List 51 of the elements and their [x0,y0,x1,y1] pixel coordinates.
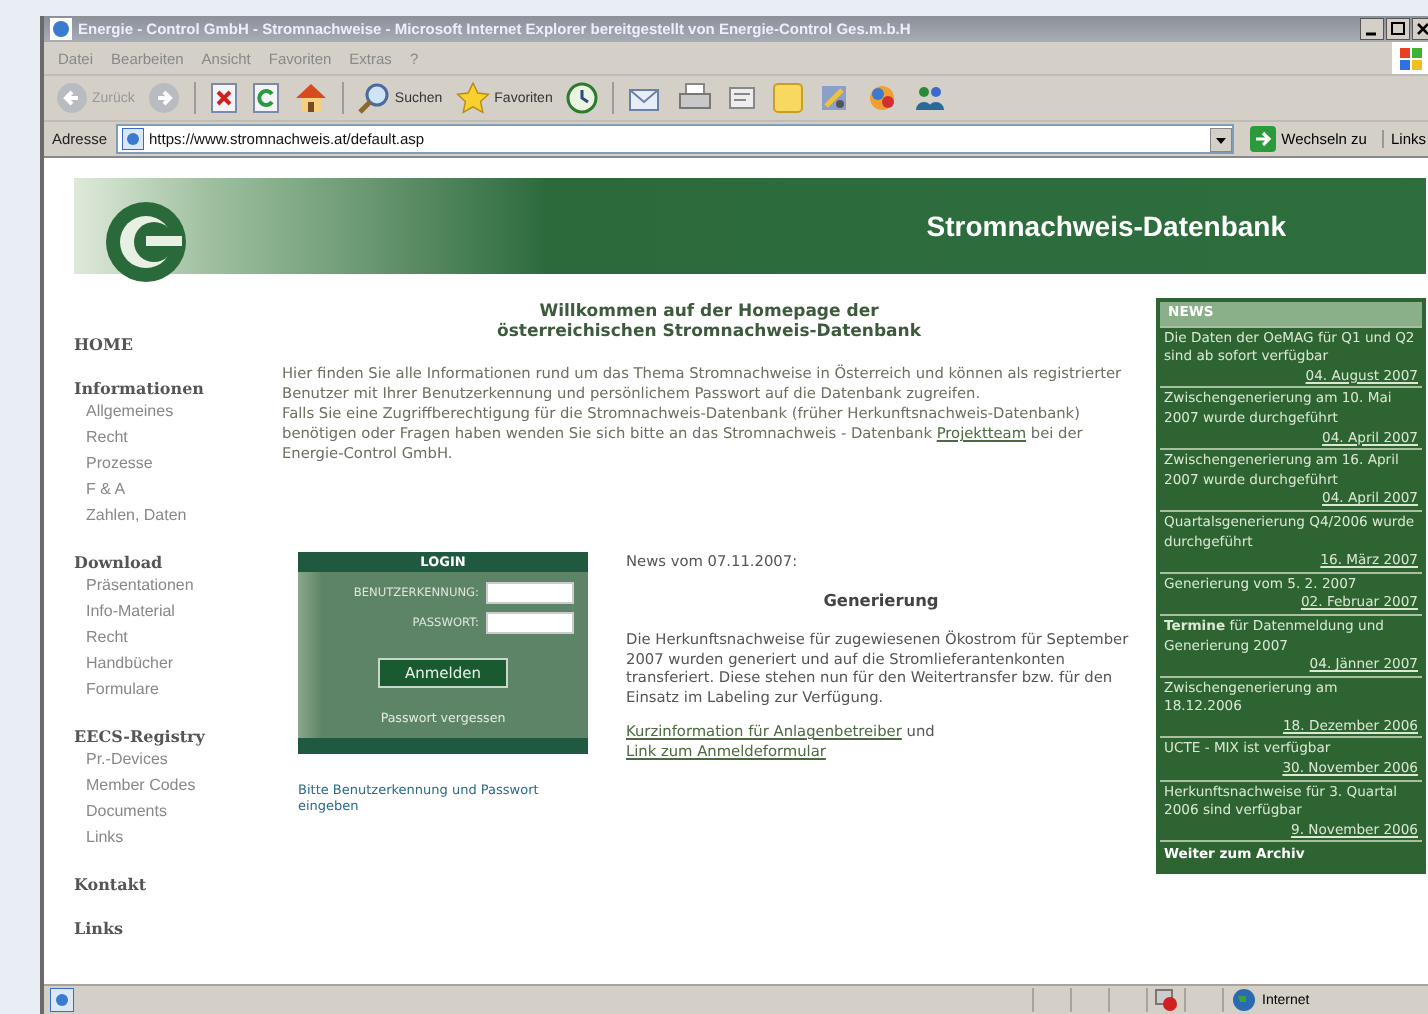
search-icon [358,82,391,114]
history-icon [566,82,599,114]
welcome-heading: Willkommen auf der Homepage der [537,302,881,322]
printer-icon [678,82,713,114]
page-icon [50,988,74,1012]
browser-icon [50,18,72,40]
nav-link[interactable]: Links [74,918,270,938]
home-icon [294,82,329,114]
input-field[interactable] [485,582,573,604]
banner-title: Stromnachweis-Datenbank [926,210,1288,242]
nav-link[interactable]: Zahlen, Daten [74,504,270,528]
nav-link[interactable]: Member Codes [74,774,270,798]
nav-link[interactable]: Handbücher [74,652,270,676]
nav-link[interactable]: Download [74,552,270,572]
print-button[interactable] [674,82,717,114]
nav-link[interactable]: Präsentationen [74,574,270,598]
close-icon[interactable] [1412,18,1428,40]
arrow-icon [1249,126,1276,152]
history-button[interactable] [562,82,603,114]
nav-link[interactable]: Recht [74,426,270,450]
nav-link[interactable]: Recht [74,626,270,650]
nav-link[interactable]: Info-Material [74,600,270,624]
nav-link[interactable]: Prozesse [74,452,270,476]
nav-link[interactable]: HOME [74,334,270,354]
nav-link[interactable]: F & A [74,478,270,502]
welcome-heading: österreichischen Stromnachweis-Datenbank [495,322,923,342]
windows-logo-icon [1392,42,1428,74]
edit-icon [726,82,759,114]
input-field[interactable] [485,612,573,634]
page-icon [121,128,144,150]
nav-link[interactable]: Links [74,826,270,850]
nav-link[interactable]: Informationen [74,378,270,398]
nav-link[interactable]: Formulare [74,678,270,702]
stop-button[interactable] [206,82,243,114]
minimize-icon[interactable] [1360,18,1384,40]
globe-icon [1232,988,1256,1012]
nav-link[interactable]: EECS-Registry [74,726,270,746]
dropdown-icon[interactable] [1209,127,1232,151]
nav-link[interactable]: Allgemeines [74,400,270,424]
stop-icon [210,82,239,114]
refresh-icon [252,82,281,114]
nav-link[interactable]: Pr.-Devices [74,748,270,772]
news-heading: Generierung [821,590,941,610]
nav-link[interactable]: Kontakt [74,874,270,894]
refresh-button[interactable] [248,82,285,114]
tools-icon [818,82,851,114]
maximize-icon[interactable] [1386,18,1410,40]
nav-link[interactable]: Documents [74,800,270,824]
people-icon [914,82,947,114]
star-icon [456,82,491,114]
note-icon [772,82,805,114]
